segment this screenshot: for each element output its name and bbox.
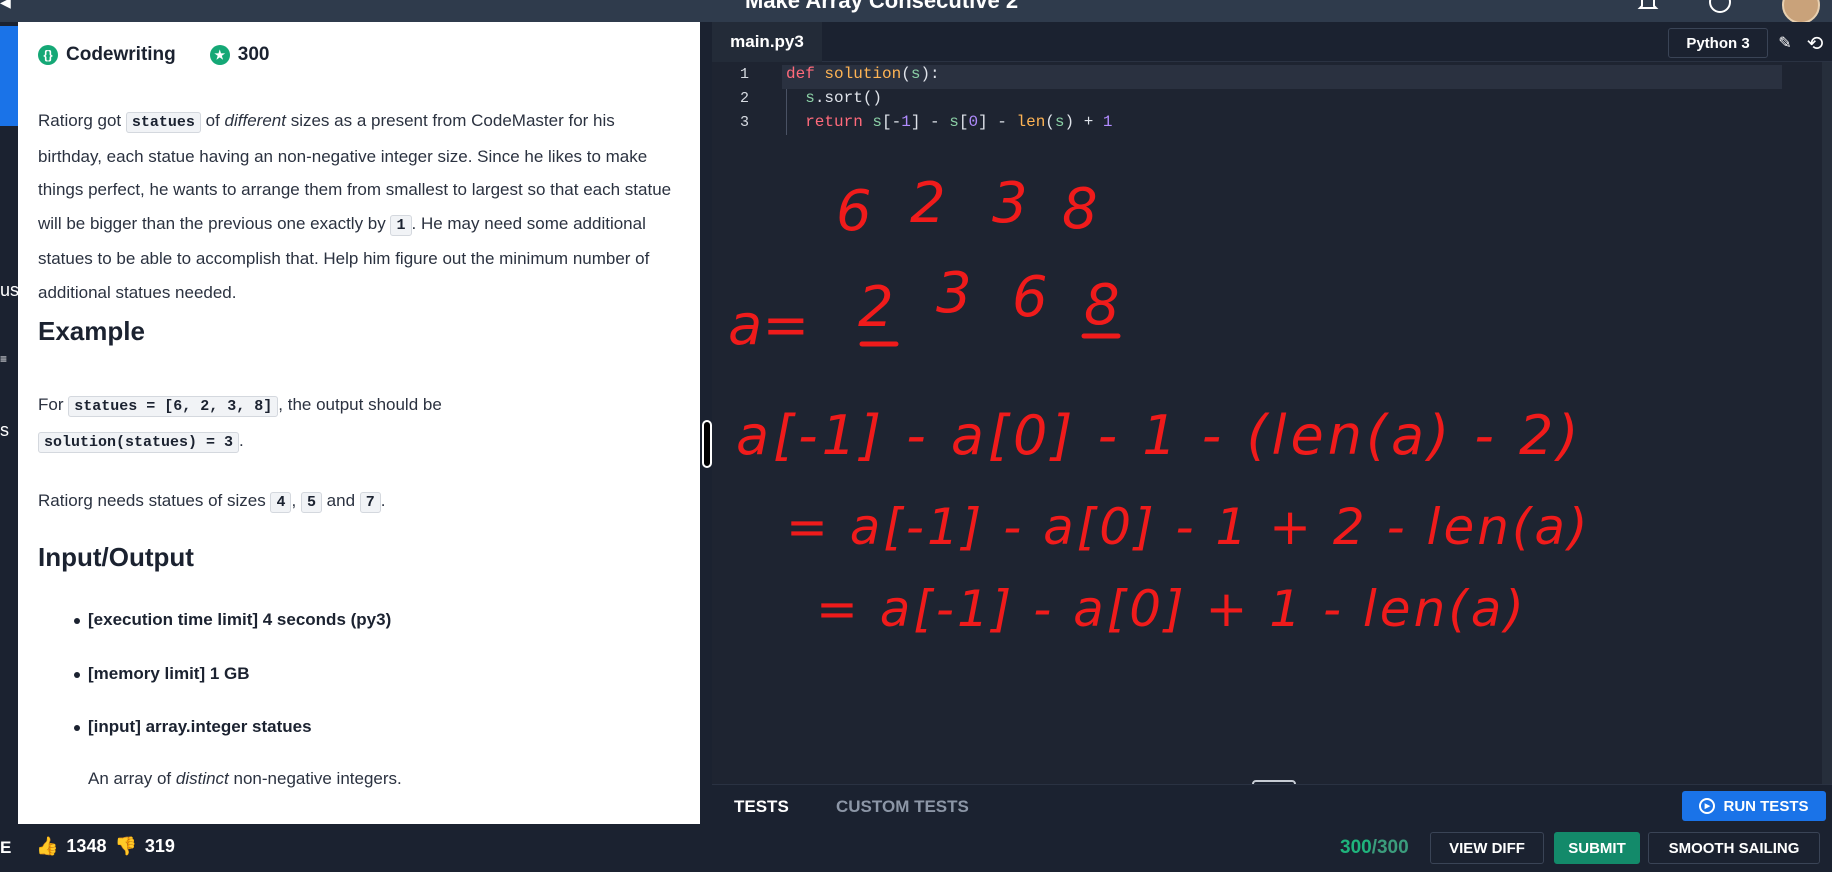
rail-accent: [0, 26, 18, 126]
thumbs-up-icon[interactable]: 👍: [36, 836, 58, 857]
code-line: s.sort(): [805, 89, 883, 107]
rail-fragment-mark: ≡: [0, 352, 8, 366]
score-total: /300: [1371, 837, 1409, 858]
inline-code: 4: [270, 492, 292, 513]
text: , the output should be: [278, 395, 442, 414]
inline-code: statues: [125, 112, 201, 133]
codewriting-icon: {}: [38, 45, 58, 65]
tab-custom-tests[interactable]: CUSTOM TESTS: [836, 797, 969, 817]
score: 300/300: [1340, 837, 1409, 859]
text: of: [200, 111, 225, 130]
limit-item: [memory limit] 1 GB: [74, 664, 250, 683]
tests-bar: TESTS CUSTOM TESTS ▶ RUN TESTS: [712, 784, 1832, 828]
text: Ratiorg got: [38, 111, 126, 130]
line-number: 1: [740, 66, 750, 83]
io-heading: Input/Output: [38, 542, 194, 572]
line-number: 2: [740, 90, 750, 107]
left-rail: us ≡ s: [0, 22, 20, 824]
editor-tab-row: main.py3 Python 3 ✎ ⟲: [712, 22, 1832, 62]
help-icon[interactable]: [1708, 0, 1732, 14]
smooth-sailing-button[interactable]: SMOOTH SAILING: [1648, 832, 1820, 864]
footer-bar: E 👍 1348 👎 319 300/300 VIEW DIFF SUBMIT …: [0, 824, 1832, 872]
dislikes-count: 319: [144, 836, 175, 856]
text: For: [38, 395, 69, 414]
points-label: 300: [237, 44, 270, 65]
footer-fragment: E: [0, 838, 12, 857]
back-arrow-icon[interactable]: ◀: [0, 0, 11, 11]
splitter-grip[interactable]: [702, 420, 712, 468]
run-tests-label: RUN TESTS: [1723, 797, 1809, 815]
inline-code: statues = [6, 2, 3, 8]: [68, 396, 279, 417]
problem-description: Ratiorg got statues of different sizes a…: [38, 104, 678, 309]
submit-button[interactable]: SUBMIT: [1554, 832, 1640, 864]
likes-count: 1348: [66, 836, 107, 856]
reset-icon[interactable]: ⟲: [1802, 30, 1828, 56]
problem-header: {} Codewriting ★ 300: [38, 44, 269, 66]
inline-code: 1: [390, 214, 412, 236]
play-icon: ▶: [1699, 798, 1716, 814]
category-label: Codewriting: [66, 44, 176, 65]
input-description: An array of distinct non-negative intege…: [88, 762, 700, 796]
limit-item: [execution time limit] 4 seconds (py3): [73, 610, 392, 629]
run-tests-button[interactable]: ▶ RUN TESTS: [1682, 791, 1826, 821]
file-tab[interactable]: main.py3: [712, 22, 822, 62]
example-text: For statues = [6, 2, 3, 8], the output s…: [38, 388, 678, 459]
code-area[interactable]: 1 2 3 def solution(s): s.sort() return s…: [712, 62, 1822, 784]
problem-scroll-thumb[interactable]: [18, 22, 26, 824]
constraints-label: Guaranteed constraints:: [88, 814, 700, 824]
thumbs-down-icon[interactable]: 👎: [114, 836, 136, 857]
rail-fragment: us: [0, 280, 20, 300]
language-select[interactable]: Python 3: [1668, 28, 1768, 58]
top-bar: ◀ Make Array Consecutive 2: [0, 0, 1832, 24]
score-value: 300: [1340, 837, 1372, 858]
bell-icon[interactable]: [1636, 0, 1660, 14]
code-line: return s[-1] - s[0] - len(s) + 1: [805, 113, 1113, 131]
code-editor: main.py3 Python 3 ✎ ⟲ 1 2 3 def solution…: [712, 22, 1832, 788]
tab-tests[interactable]: TESTS: [730, 797, 798, 828]
limit-item: [input] array.integer statues: [74, 717, 312, 736]
panel-splitter[interactable]: [700, 22, 712, 824]
rail-fragment: s: [0, 420, 9, 440]
page-title: Make Array Consecutive 2: [745, 0, 1019, 13]
text: .: [380, 491, 386, 510]
code-line: def solution(s):: [786, 65, 940, 83]
text: ,: [291, 491, 301, 510]
inline-code: 5: [300, 492, 322, 513]
needs-text: Ratiorg needs statues of sizes 4, 5 and …: [38, 484, 678, 520]
example-heading: Example: [38, 316, 145, 346]
points-icon: ★: [209, 45, 230, 65]
editor-scrollbar[interactable]: [1822, 62, 1832, 784]
problem-panel: {} Codewriting ★ 300 Ratiorg got statues…: [18, 22, 700, 824]
line-number: 3: [740, 114, 750, 131]
emphasis: distinct: [175, 769, 229, 788]
text: .: [239, 430, 244, 450]
text: An array of: [88, 769, 176, 788]
emphasis: different: [224, 111, 286, 130]
view-diff-button[interactable]: VIEW DIFF: [1430, 832, 1544, 864]
inline-code: solution(statues) = 3: [38, 431, 240, 453]
edit-icon[interactable]: ✎: [1772, 30, 1798, 56]
votes: 👍 1348 👎 319: [36, 836, 175, 857]
inline-code: 7: [359, 492, 381, 513]
text: non-negative integers.: [228, 769, 402, 788]
avatar[interactable]: [1782, 0, 1820, 24]
text: Ratiorg needs statues of sizes: [38, 491, 271, 510]
text: and: [321, 491, 360, 510]
